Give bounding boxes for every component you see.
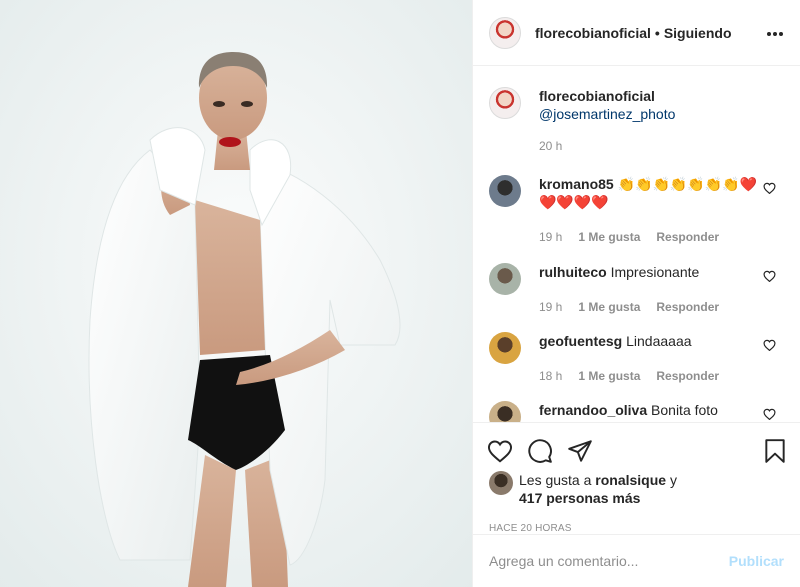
commenter-username[interactable]: fernandoo_oliva: [539, 402, 647, 418]
comment-input[interactable]: [489, 553, 729, 569]
comment-item: fernandoo_oliva Bonita foto: [489, 401, 784, 422]
reply-button[interactable]: Responder: [656, 228, 719, 246]
caption-avatar[interactable]: [489, 87, 521, 119]
add-comment-bar: Publicar: [473, 534, 800, 587]
author-avatar[interactable]: [489, 16, 521, 49]
author-username[interactable]: florecobianoficial: [535, 25, 651, 41]
likes-count-link[interactable]: 417 personas más: [519, 489, 677, 507]
comment-likes[interactable]: 1 Me gusta: [578, 228, 640, 246]
comment-text: Bonita foto: [651, 402, 718, 418]
commenter-avatar[interactable]: [489, 175, 521, 207]
post-timestamp[interactable]: HACE 20 HORAS: [473, 507, 800, 534]
share-icon[interactable]: [567, 439, 593, 463]
post-header: florecobianoficial • Siguiendo: [473, 0, 800, 66]
liker-avatar[interactable]: [489, 471, 513, 495]
like-comment-heart-icon[interactable]: [763, 181, 776, 197]
post-photo[interactable]: [0, 0, 472, 587]
bookmark-icon[interactable]: [764, 438, 786, 464]
comment-item: geofuentesg Lindaaaaa 18 h 1 Me gusta Re…: [489, 332, 784, 385]
liker-username[interactable]: ronalsique: [595, 472, 666, 488]
commenter-username[interactable]: kromano85: [539, 176, 614, 192]
heart-icon[interactable]: [487, 439, 513, 463]
comment-likes[interactable]: 1 Me gusta: [578, 298, 640, 316]
comment-text: Impresionante: [610, 264, 700, 280]
like-comment-heart-icon[interactable]: [763, 407, 776, 422]
commenter-avatar[interactable]: [489, 401, 521, 422]
comments-list[interactable]: florecobianoficial @josemartinez_photo 2…: [473, 67, 800, 422]
more-horizontal-icon[interactable]: [766, 24, 784, 42]
caption-mention-link[interactable]: @josemartinez_photo: [539, 105, 675, 123]
comment-time[interactable]: 19 h: [539, 298, 562, 316]
photo-illustration: [0, 0, 472, 587]
comment-icon[interactable]: [527, 438, 553, 464]
reply-button[interactable]: Responder: [656, 298, 719, 316]
post-caption: florecobianoficial @josemartinez_photo 2…: [473, 67, 800, 155]
post-actions: Les gusta a ronalsique y 417 personas má…: [473, 422, 800, 534]
comment-text: Lindaaaaa: [626, 333, 692, 349]
instagram-post: florecobianoficial • Siguiendo florecobi…: [0, 0, 800, 587]
like-comment-heart-icon[interactable]: [763, 269, 776, 285]
commenter-username[interactable]: geofuentesg: [539, 333, 622, 349]
follow-status-button[interactable]: Siguiendo: [664, 25, 732, 41]
action-icons: [473, 423, 800, 469]
publish-button[interactable]: Publicar: [729, 553, 784, 569]
separator-dot: •: [654, 24, 660, 41]
caption-time[interactable]: 20 h: [539, 137, 675, 155]
likes-summary: Les gusta a ronalsique y 417 personas má…: [473, 469, 800, 507]
commenter-avatar[interactable]: [489, 263, 521, 295]
post-sidebar: florecobianoficial • Siguiendo florecobi…: [472, 0, 800, 587]
caption-username[interactable]: florecobianoficial: [539, 87, 675, 105]
comment-time[interactable]: 19 h: [539, 228, 562, 246]
reply-button[interactable]: Responder: [656, 367, 719, 385]
likes-conjunction: y: [669, 472, 677, 488]
comment-item: kromano85 👏👏👏👏👏👏👏❤️❤️❤️❤️❤️ 19 h 1 Me gu…: [489, 175, 784, 246]
like-comment-heart-icon[interactable]: [763, 338, 776, 354]
comment-time[interactable]: 18 h: [539, 367, 562, 385]
likes-prefix: Les gusta a: [519, 472, 592, 488]
commenter-username[interactable]: rulhuiteco: [539, 264, 607, 280]
comment-likes[interactable]: 1 Me gusta: [578, 367, 640, 385]
commenter-avatar[interactable]: [489, 332, 521, 364]
comment-item: rulhuiteco Impresionante 19 h 1 Me gusta…: [489, 263, 784, 316]
